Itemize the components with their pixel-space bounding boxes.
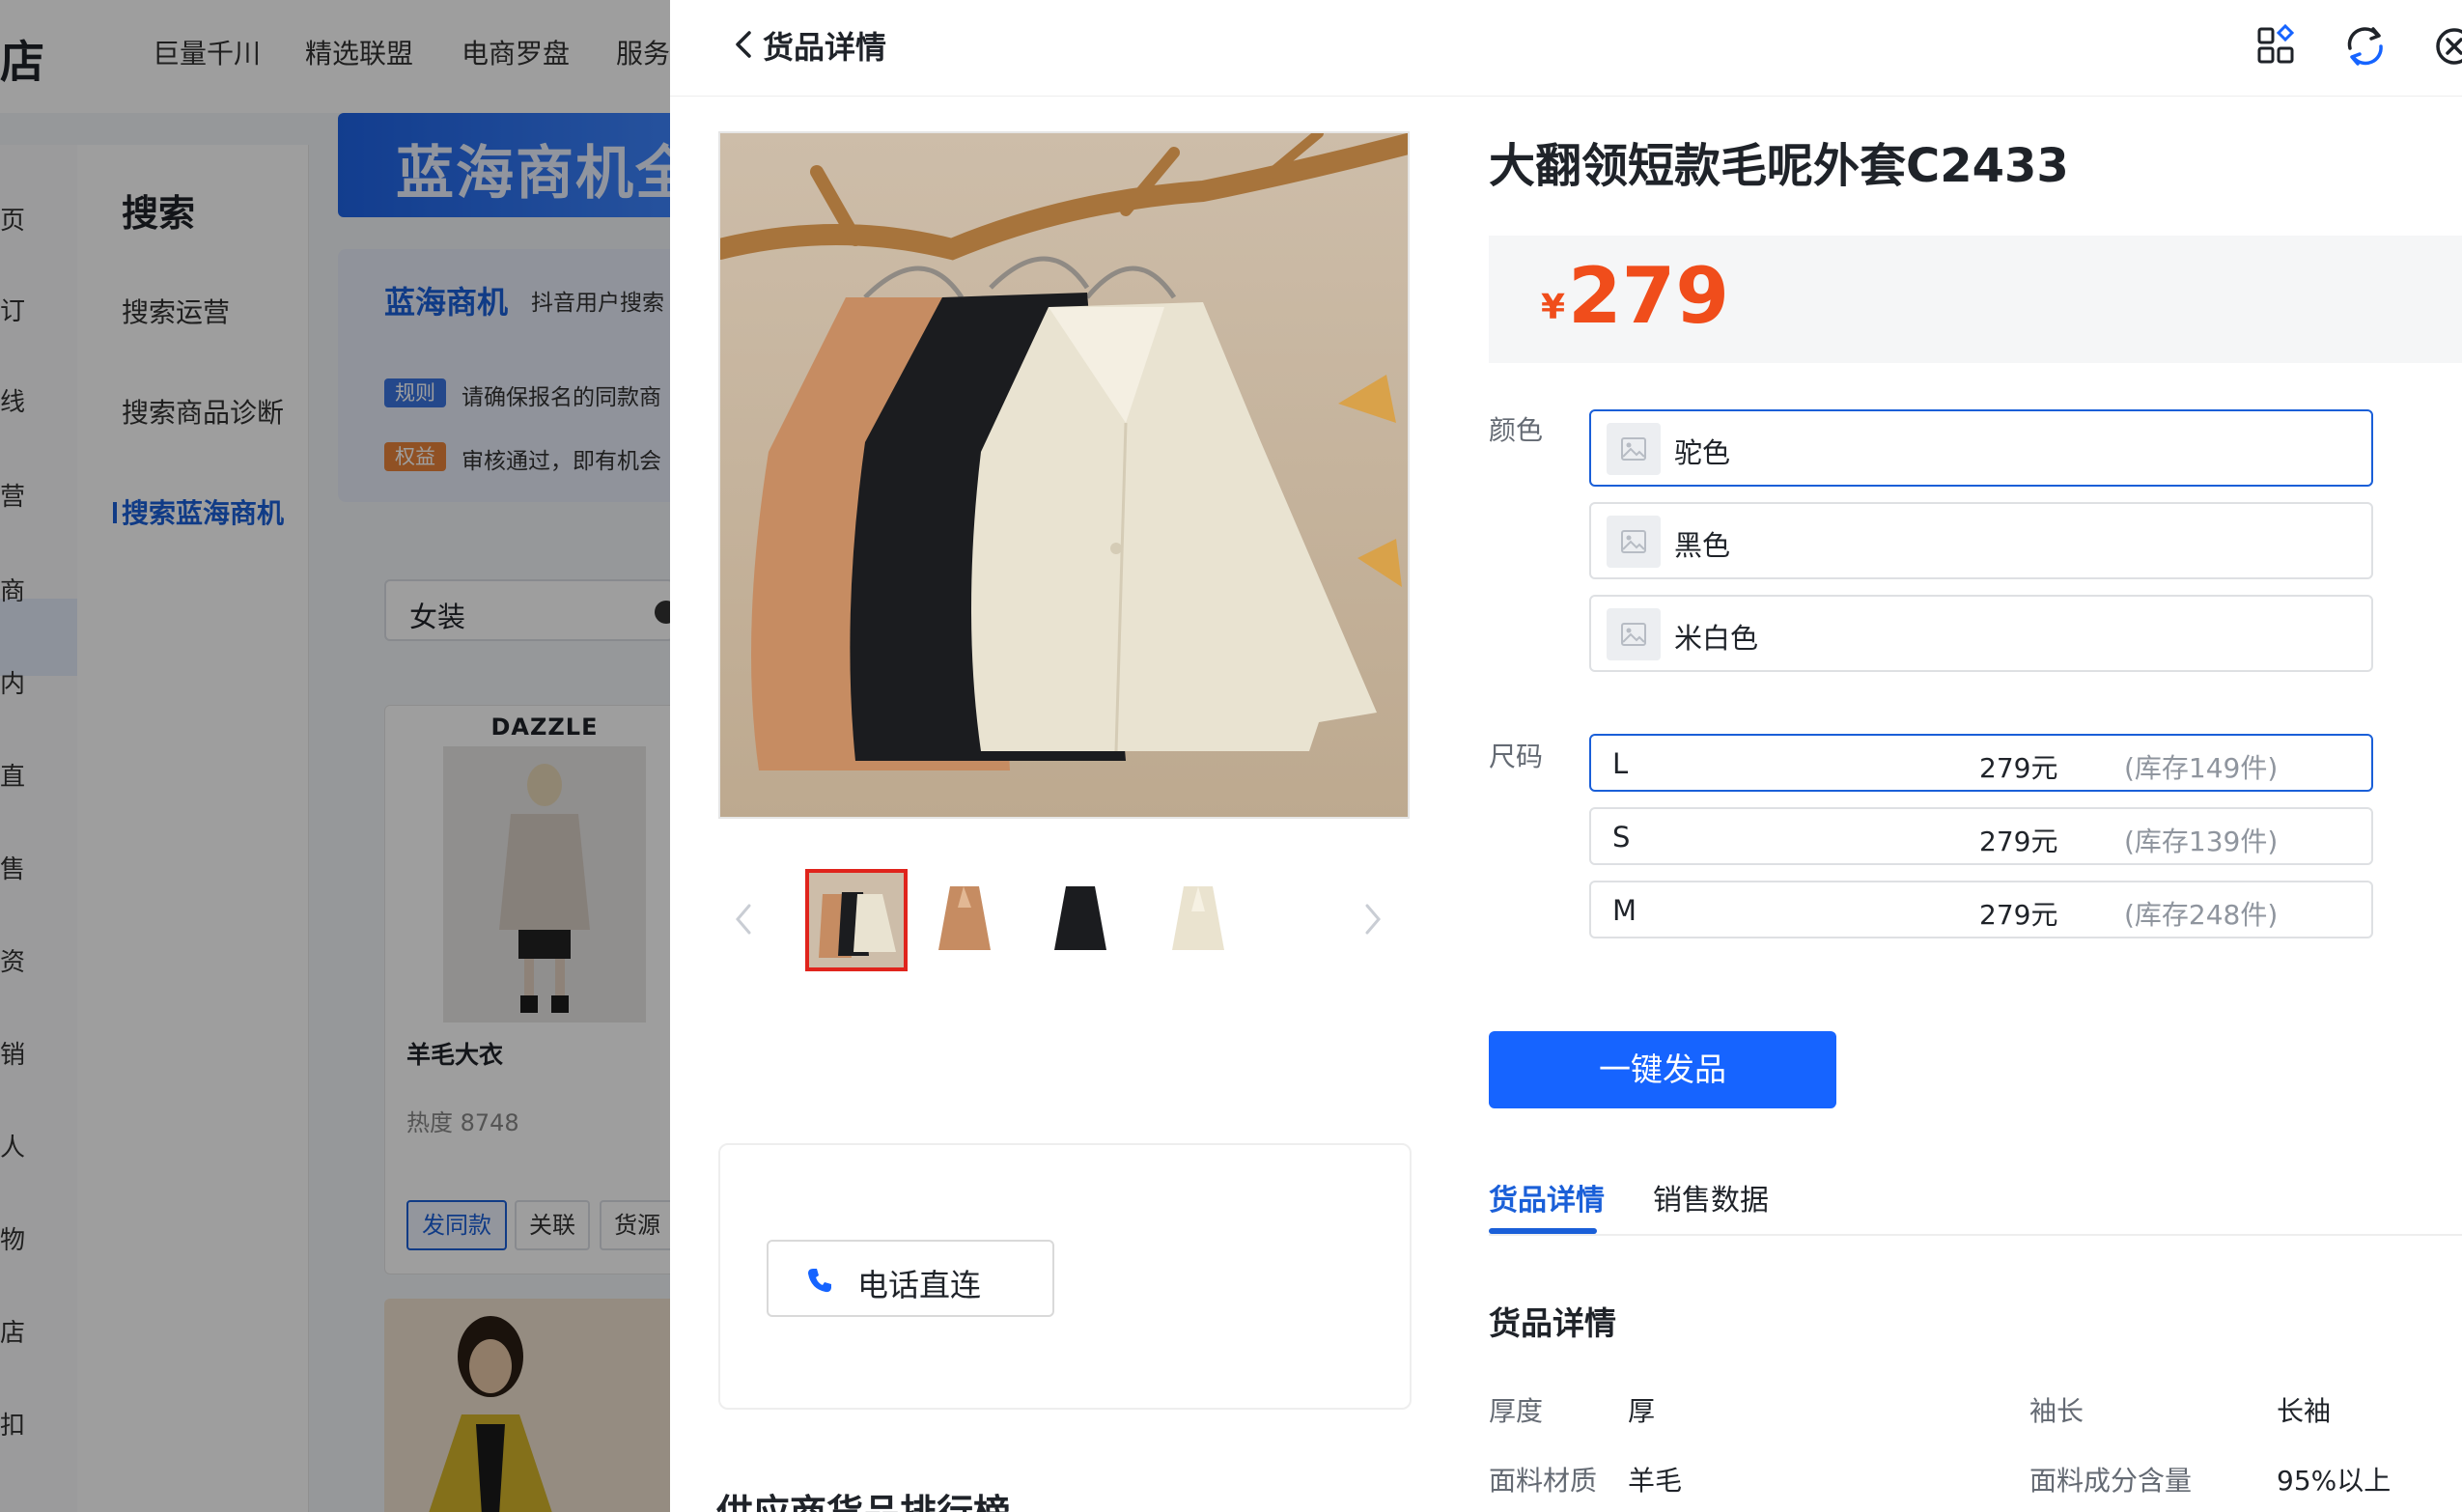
attr-key-thickness: 厚度 (1489, 1395, 1544, 1427)
tab-sales-data[interactable]: 销售数据 (1653, 1176, 1769, 1218)
chevron-left-icon[interactable] (724, 890, 763, 948)
apps-icon[interactable] (2250, 19, 2304, 73)
attr-key-sleeve: 袖长 (2029, 1395, 2084, 1427)
phone-button-label: 电话直连 (857, 1267, 982, 1303)
supplier-ranking-title: 供应商货品排行榜 (716, 1483, 1010, 1512)
detail-tabs: 货品详情 销售数据 (1489, 1168, 2462, 1236)
product-title: 大翻领短款毛呢外套C2433 (1489, 139, 2069, 193)
refresh-icon[interactable] (2338, 19, 2392, 73)
size-name: L (1612, 747, 1629, 780)
color-label: 颜色 (1489, 414, 1544, 446)
attr-value-thickness: 厚 (1628, 1395, 1656, 1427)
size-name: S (1612, 821, 1631, 854)
size-option-s[interactable]: S 279元 (库存139件) (1589, 807, 2373, 865)
size-label: 尺码 (1489, 741, 1544, 772)
color-option-camel[interactable]: 驼色 (1589, 409, 2373, 487)
thumbnail-4[interactable] (1147, 869, 1249, 971)
price-value: 279 (1568, 251, 1729, 341)
size-price: 279元 (1979, 899, 2058, 931)
color-name: 驼色 (1674, 436, 1731, 469)
image-placeholder-icon (1607, 608, 1661, 660)
supplier-contact-card: 电话直连 (718, 1143, 1412, 1410)
size-stock: (库存149件) (2124, 752, 2279, 784)
size-option-l[interactable]: L 279元 (库存149件) (1589, 734, 2373, 792)
drawer-header: 货品详情 (670, 0, 2462, 97)
color-option-offwhite[interactable]: 米白色 (1589, 595, 2373, 672)
thumbnail-carousel (724, 850, 1419, 994)
color-option-black[interactable]: 黑色 (1589, 502, 2373, 579)
size-option-m[interactable]: M 279元 (库存248件) (1589, 881, 2373, 938)
close-icon[interactable] (2427, 19, 2462, 73)
attr-value-composition: 95%以上 (2277, 1465, 2392, 1497)
phone-icon (808, 1269, 831, 1293)
chevron-right-icon[interactable] (1354, 890, 1392, 948)
attr-key-material: 面料材质 (1489, 1465, 1598, 1497)
image-placeholder-icon (1607, 516, 1661, 568)
size-stock: (库存139件) (2124, 826, 2279, 857)
active-tab-indicator (1489, 1228, 1597, 1234)
main-product-image[interactable] (718, 131, 1410, 819)
currency-symbol: ¥ (1541, 288, 1566, 327)
phone-direct-button[interactable]: 电话直连 (767, 1240, 1054, 1317)
attr-key-composition: 面料成分含量 (2029, 1465, 2193, 1497)
tab-product-detail[interactable]: 货品详情 (1489, 1176, 1605, 1218)
color-name: 黑色 (1674, 529, 1731, 562)
section-title: 货品详情 (1489, 1304, 1616, 1342)
one-click-publish-button[interactable]: 一键发品 (1489, 1031, 1836, 1108)
thumbnail-1[interactable] (805, 869, 908, 971)
color-name: 米白色 (1674, 622, 1759, 655)
attr-value-sleeve: 长袖 (2277, 1395, 2332, 1427)
back-arrow-icon[interactable] (724, 23, 767, 66)
image-placeholder-icon (1607, 423, 1661, 475)
price-box: ¥ 279 (1489, 236, 2462, 363)
thumbnail-2[interactable] (913, 869, 1016, 971)
size-stock: (库存248件) (2124, 899, 2279, 931)
size-price: 279元 (1979, 752, 2058, 784)
thumbnail-3[interactable] (1029, 869, 1132, 971)
size-price: 279元 (1979, 826, 2058, 857)
attr-value-material: 羊毛 (1628, 1465, 1683, 1497)
size-name: M (1612, 894, 1637, 927)
product-detail-drawer: 货品详情 电话直连 大翻领短款毛呢外套C2433 ¥ 279 颜色 驼色 黑色 … (670, 0, 2462, 1512)
drawer-title: 货品详情 (763, 29, 887, 66)
